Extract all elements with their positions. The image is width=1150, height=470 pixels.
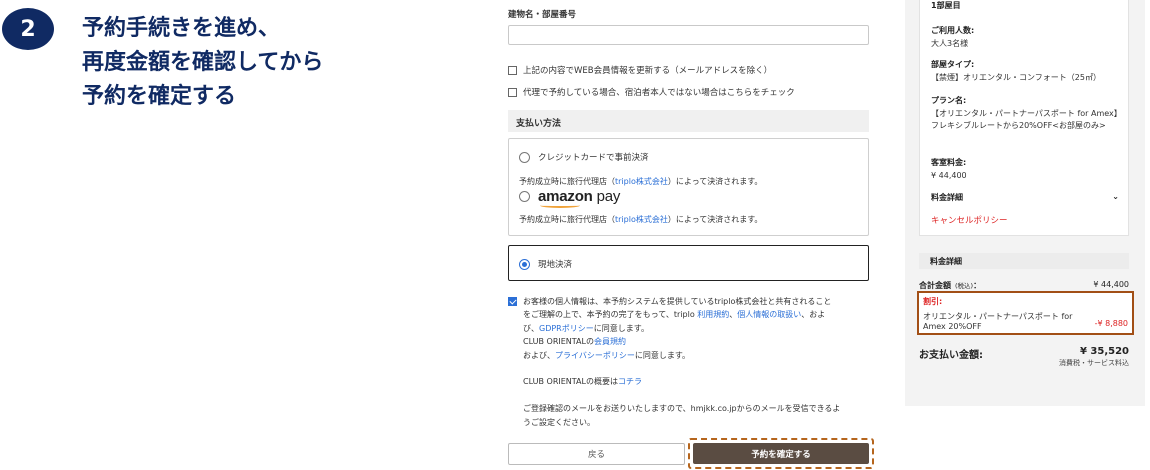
consent-text: お客様の個人情報は、本予約システムを提供しているtriplo株式会社と共有される… — [523, 295, 868, 429]
consent-line-1: お客様の個人情報は、本予約システムを提供しているtriplo株式会社と共有される… — [523, 297, 832, 306]
amazon-smile-icon — [540, 203, 580, 208]
consent-line-3a: び、 — [523, 323, 539, 333]
building-label: 建物名・部屋番号 — [508, 10, 577, 20]
update-member-checkbox[interactable] — [508, 65, 517, 75]
amazon-pay-logo: amazon pay — [538, 188, 621, 208]
consent-line-4: CLUB ORIENTALの会員規約 — [523, 335, 868, 348]
step-line-1: 予約手続きを進め、 — [82, 16, 281, 41]
credit-card-option[interactable]: クレジットカードで事前決済 — [519, 151, 649, 163]
consent-line-4a: CLUB ORIENTALの — [523, 337, 594, 347]
member-terms-link[interactable]: 会員規約 — [594, 337, 626, 346]
room-number-label: 1部屋目 — [931, 1, 961, 10]
confirm-button-highlight: 予約を確定する — [688, 438, 874, 469]
prepay-options-box: クレジットカードで事前決済 予約成立時に旅行代理店（triplo株式会社）によっ… — [508, 138, 869, 236]
room-charge-value: ¥ 44,400 — [931, 171, 967, 180]
fee-section-heading: 料金詳細 — [919, 253, 1129, 269]
consent-line-2b: 、およ — [801, 310, 826, 320]
consent-line-5a: および、 — [523, 350, 555, 360]
consent-line-2a: をご理解の上で、本予約の完了をもって、triplo — [523, 310, 698, 320]
discount-value: -¥ 8,880 — [1094, 319, 1128, 328]
total-label: 合計金額 — [919, 281, 951, 290]
room-summary-card: 1部屋目 ご利用人数: 大人3名様 部屋タイプ: 【禁煙】オリエンタル・コンフォ… — [919, 0, 1129, 236]
building-input[interactable] — [508, 25, 869, 45]
triplo-link-1[interactable]: triplo株式会社 — [615, 177, 668, 186]
triplo-link-2[interactable]: triplo株式会社 — [615, 215, 668, 224]
amazon-note-suffix: ）によって決済されます。 — [667, 215, 763, 224]
consent-line-5b: に同意します。 — [634, 350, 691, 360]
amazon-pay-radio[interactable] — [519, 191, 530, 202]
payment-amount-note: 消費税・サービス料込 — [1059, 359, 1129, 367]
guests-value: 大人3名様 — [931, 39, 969, 48]
total-tax-note: (税込) — [955, 282, 974, 290]
proxy-booking-checkbox[interactable] — [508, 87, 517, 97]
privacy-handling-link[interactable]: 個人情報の取扱い — [737, 310, 801, 319]
credit-card-note: 予約成立時に旅行代理店（triplo株式会社）によって決済されます。 — [519, 176, 762, 187]
onsite-payment-option[interactable]: 現地決済 — [519, 258, 572, 270]
consent-line-7: ご登録確認のメールをお送りいたしますので、hmjkk.co.jpからのメールを受… — [523, 404, 841, 414]
step-line-2: 再度金額を確認してから — [82, 50, 324, 75]
update-member-label: 上記の内容でWEB会員情報を更新する（メールアドレスを除く） — [523, 66, 773, 76]
consent-line-3: び、GDPRポリシーに同意します。 — [523, 322, 868, 335]
step-number-badge: 2 — [2, 8, 54, 50]
onsite-payment-label: 現地決済 — [538, 260, 573, 270]
confirm-reservation-button[interactable]: 予約を確定する — [693, 443, 869, 464]
onsite-payment-box[interactable]: 現地決済 — [508, 245, 869, 281]
amazon-pay-word: pay — [596, 188, 621, 205]
update-member-row[interactable]: 上記の内容でWEB会員情報を更新する（メールアドレスを除く） — [508, 64, 772, 76]
plan-label: プラン名: — [931, 96, 967, 105]
consent-line-3b: に同意します。 — [593, 323, 649, 333]
room-type-label: 部屋タイプ: — [931, 60, 975, 69]
gdpr-policy-link[interactable]: GDPRポリシー — [539, 324, 594, 333]
payment-method-heading: 支払い方法 — [508, 110, 869, 132]
proxy-booking-row[interactable]: 代理で予約している場合、宿泊者本人ではない場合はこちらをチェック — [508, 86, 795, 98]
credit-note-prefix: 予約成立時に旅行代理店（ — [519, 177, 615, 186]
consent-block: お客様の個人情報は、本予約システムを提供しているtriplo株式会社と共有される… — [508, 295, 869, 429]
discount-highlight: 割引: オリエンタル・パートナーパスポート for Amex 20%OFF -¥… — [917, 291, 1134, 335]
privacy-policy-link[interactable]: プライバシーポリシー — [555, 351, 635, 360]
consent-checkbox[interactable] — [508, 297, 517, 306]
amazon-pay-note: 予約成立時に旅行代理店（triplo株式会社）によって決済されます。 — [519, 214, 762, 225]
total-label-group: 合計金額 (税込)： — [919, 280, 981, 291]
plan-value: 【オリエンタル・パートナーパスポート for Amex】フレキシブルレートから2… — [931, 109, 1118, 130]
room-charge-label: 客室料金: — [931, 158, 967, 167]
page-root: 2 予約手続きを進め、 再度金額を確認してから 予約を確定する 建物名・部屋番号… — [0, 0, 1150, 470]
step-line-3: 予約を確定する — [82, 84, 237, 109]
total-colon: ： — [973, 281, 982, 290]
total-value: ¥ 44,400 — [1093, 280, 1129, 289]
terms-link[interactable]: 利用規約 — [697, 310, 729, 319]
consent-line-5: および、プライバシーポリシーに同意します。 — [523, 349, 868, 362]
consent-line-2: をご理解の上で、本予約の完了をもって、triplo 利用規約、個人情報の取扱い、… — [523, 308, 868, 321]
reservation-form: 建物名・部屋番号 上記の内容でWEB会員情報を更新する（メールアドレスを除く） … — [508, 0, 874, 470]
consent-line-6: CLUB ORIENTALの概要はコチラ — [523, 375, 868, 388]
fee-detail-label: 料金詳細 — [931, 193, 963, 202]
amazon-note-prefix: 予約成立時に旅行代理店（ — [519, 215, 615, 224]
proxy-booking-label: 代理で予約している場合、宿泊者本人ではない場合はこちらをチェック — [523, 88, 795, 98]
back-button[interactable]: 戻る — [508, 443, 685, 465]
club-overview-link[interactable]: コチラ — [618, 377, 642, 386]
chevron-down-icon: ⌄ — [1112, 192, 1119, 201]
guests-label: ご利用人数: — [931, 26, 975, 35]
room-type-value: 【禁煙】オリエンタル・コンフォート（25㎡） — [931, 73, 1101, 82]
amazon-pay-option[interactable]: amazon pay — [519, 188, 621, 208]
credit-card-radio[interactable] — [519, 151, 530, 163]
fee-detail-toggle[interactable]: 料金詳細 ⌄ — [931, 192, 1119, 203]
discount-name: オリエンタル・パートナーパスポート for Amex 20%OFF — [923, 312, 1073, 331]
consent-line-6a: CLUB ORIENTALの概要は — [523, 377, 618, 387]
discount-label: 割引: — [923, 297, 943, 306]
credit-note-suffix: ）によって決済されます。 — [667, 177, 763, 186]
onsite-payment-radio[interactable] — [519, 258, 530, 270]
credit-card-label: クレジットカードで事前決済 — [538, 153, 649, 163]
cancel-policy-link[interactable]: キャンセルポリシー — [931, 214, 1008, 226]
consent-line-8: うご設定ください。 — [523, 417, 595, 427]
total-row: 合計金額 (税込)： ¥ 44,400 — [919, 280, 1129, 291]
step-instruction: 予約手続きを進め、 再度金額を確認してから 予約を確定する — [82, 12, 402, 114]
